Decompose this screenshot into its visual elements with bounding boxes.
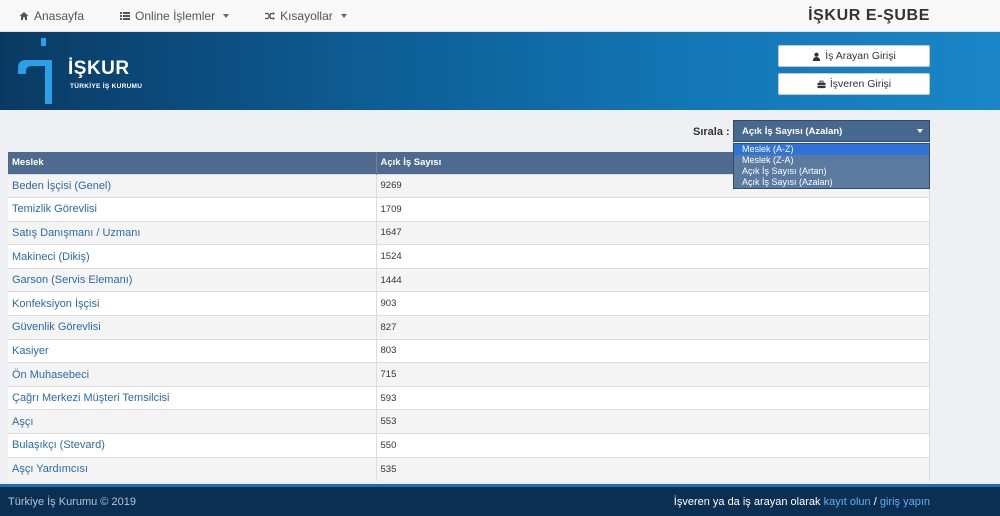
open-jobs-count: 553 (376, 409, 930, 434)
occupation-link[interactable]: Satış Danışmanı / Uzmanı (8, 220, 377, 245)
iskur-logo[interactable]: İŞKUR TÜRKİYE İŞ KURUMU (18, 38, 148, 104)
table-row: Temizlik Görevlisi 1709 (8, 197, 930, 222)
job-seeker-login-label: İş Arayan Girişi (825, 50, 896, 62)
iskur-logo-mark (18, 38, 52, 104)
sort-option-name-desc[interactable]: Meslek (Z-A) (734, 155, 929, 166)
register-link[interactable]: kayıt olun (824, 496, 871, 508)
list-icon (120, 11, 131, 20)
main-content: Sırala : Açık İş Sayısı (Azalan) Meslek … (0, 110, 1000, 484)
occupation-link[interactable]: Aşçı Yardımcısı (8, 456, 377, 481)
open-jobs-count: 1524 (376, 244, 930, 269)
employer-login-button[interactable]: İşveren Girişi (778, 73, 930, 95)
table-row: Aşçı Yardımcısı 535 (8, 456, 930, 481)
table-row: Makineci (Dikiş) 1524 (8, 244, 930, 269)
open-jobs-count: 550 (376, 433, 930, 458)
header-banner: İŞKUR TÜRKİYE İŞ KURUMU İş Arayan Girişi… (0, 32, 1000, 110)
nav-online-operations[interactable]: Online İşlemler (102, 0, 247, 32)
open-jobs-count: 827 (376, 315, 930, 340)
table-row: Garson (Servis Elemanı) 1444 (8, 267, 930, 292)
occupation-link[interactable]: Çağrı Merkezi Müşteri Temsilcisi (8, 385, 377, 410)
sort-option-name-asc[interactable]: Meslek (A-Z) (734, 144, 929, 155)
table-row: Çağrı Merkezi Müşteri Temsilcisi 593 (8, 385, 930, 410)
occupation-link[interactable]: Beden İşçisi (Genel) (8, 173, 377, 198)
sort-dropdown-list: Meslek (A-Z) Meslek (Z-A) Açık İş Sayısı… (733, 143, 930, 189)
occupation-link[interactable]: Bulaşıkçı (Stevard) (8, 433, 377, 458)
occupation-link[interactable]: Makineci (Dikiş) (8, 244, 377, 269)
table-row: Aşçı 553 (8, 409, 930, 434)
occupation-link[interactable]: Aşçı (8, 409, 377, 434)
logo-text: İŞKUR (68, 58, 130, 79)
table-row: Konfeksiyon İşçisi 903 (8, 291, 930, 316)
column-header-occupation[interactable]: Meslek (8, 152, 377, 174)
nav-online-label: Online İşlemler (135, 8, 216, 23)
nav-shortcuts-label: Kısayollar (280, 8, 333, 23)
brand-title[interactable]: İŞKUR E-ŞUBE (808, 0, 930, 32)
occupation-link[interactable]: Konfeksiyon İşçisi (8, 291, 377, 316)
top-navbar: Anasayfa Online İşlemler Kısayollar İŞKU… (0, 0, 1000, 32)
briefcase-icon (817, 80, 826, 88)
nav-home-label: Anasayfa (34, 8, 85, 23)
sort-option-count-asc[interactable]: Açık İş Sayısı (Artan) (734, 166, 929, 177)
occupation-table: Meslek Açık İş Sayısı Beden İşçisi (Gene… (8, 152, 930, 481)
occupation-link[interactable]: Kasiyer (8, 338, 377, 363)
sort-selected-value: Açık İş Sayısı (Azalan) (742, 126, 843, 137)
open-jobs-count: 1444 (376, 267, 930, 292)
table-row: Satış Danışmanı / Uzmanı 1647 (8, 220, 930, 245)
sort-select[interactable]: Açık İş Sayısı (Azalan) (733, 120, 930, 142)
open-jobs-count: 715 (376, 362, 930, 387)
chevron-down-icon (917, 129, 923, 133)
occupation-link[interactable]: Ön Muhasebeci (8, 362, 377, 387)
nav-shortcuts[interactable]: Kısayollar (247, 0, 365, 32)
occupation-link[interactable]: Temizlik Görevlisi (8, 197, 377, 222)
table-row: Güvenlik Görevlisi 827 (8, 315, 930, 340)
logo-subtitle: TÜRKİYE İŞ KURUMU (70, 83, 143, 90)
footer-copyright: Türkiye İş Kurumu © 2019 (8, 495, 136, 508)
occupation-link[interactable]: Güvenlik Görevlisi (8, 315, 377, 340)
random-icon (265, 11, 276, 20)
occupation-link[interactable]: Garson (Servis Elemanı) (8, 267, 377, 292)
footer: Türkiye İş Kurumu © 2019 İşveren ya da i… (0, 484, 1000, 516)
footer-cta: İşveren ya da iş arayan olarak kayıt olu… (674, 496, 930, 508)
table-row: Bulaşıkçı (Stevard) 550 (8, 433, 930, 458)
login-link[interactable]: giriş yapın (880, 496, 930, 508)
footer-separator: / (873, 495, 877, 508)
employer-login-label: İşveren Girişi (829, 78, 892, 90)
user-icon (813, 52, 821, 61)
footer-cta-text: İşveren ya da iş arayan olarak (673, 495, 821, 508)
table-row: Kasiyer 803 (8, 338, 930, 363)
chevron-down-icon (223, 13, 230, 18)
home-icon (19, 11, 29, 20)
sort-label: Sırala : (693, 126, 730, 138)
open-jobs-count: 803 (376, 338, 930, 363)
open-jobs-count: 535 (376, 456, 930, 481)
job-seeker-login-button[interactable]: İş Arayan Girişi (778, 45, 930, 67)
open-jobs-count: 1647 (376, 220, 930, 245)
table-row: Ön Muhasebeci 715 (8, 362, 930, 387)
open-jobs-count: 593 (376, 385, 930, 410)
chevron-down-icon (340, 13, 347, 18)
nav-home[interactable]: Anasayfa (0, 0, 102, 32)
sort-option-count-desc[interactable]: Açık İş Sayısı (Azalan) (734, 177, 929, 188)
open-jobs-count: 1709 (376, 197, 930, 222)
open-jobs-count: 903 (376, 291, 930, 316)
